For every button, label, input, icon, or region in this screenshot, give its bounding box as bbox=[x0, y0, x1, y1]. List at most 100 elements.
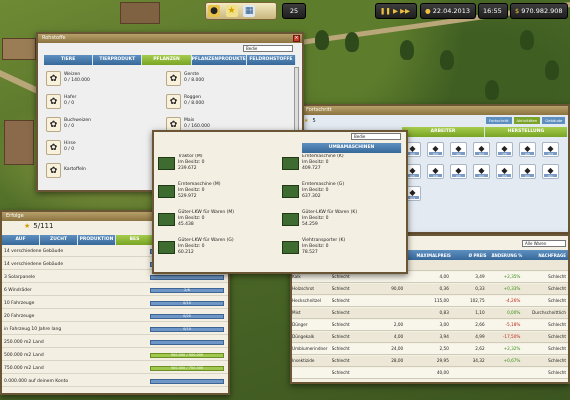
card-count: 0/3 bbox=[479, 152, 484, 156]
col-demand[interactable]: NACHFRAGE bbox=[522, 253, 568, 258]
crop-icon: ✿ bbox=[46, 70, 61, 86]
tab-herstellung[interactable]: HERSTELLUNG bbox=[485, 127, 568, 137]
badge-gebaeude[interactable]: Gebäude bbox=[542, 117, 566, 124]
price-row[interactable]: Heckschnitzel Schlecht 115,00 102,75 -4,26% S… bbox=[292, 296, 568, 307]
market-item[interactable]: ✿ Hirse 0 / 0 bbox=[46, 138, 161, 156]
market-item[interactable]: ✿ Kartoffeln bbox=[46, 161, 161, 179]
price-demand: Schlecht bbox=[548, 346, 567, 352]
tab-pflanzen[interactable]: PFLANZEN bbox=[142, 55, 192, 65]
market-item[interactable]: ✿ Weizen 0 / 140.000 bbox=[46, 69, 161, 87]
price-max: 40,00 bbox=[436, 370, 449, 376]
price-demand: Schlecht bbox=[548, 334, 567, 340]
price-change: -4,26% bbox=[505, 298, 521, 304]
time-value: 16:55 bbox=[483, 7, 502, 15]
sort-dropdown[interactable]: Bedie bbox=[243, 45, 293, 52]
price-row[interactable]: Dünger Schlecht 2,00 3,00 2,66 -5,18% Schlecht bbox=[292, 320, 568, 331]
col-maxprice[interactable]: MAXIMALPREIS bbox=[405, 253, 450, 258]
vehicle-price: 637.302 bbox=[302, 194, 321, 199]
price-product: Kalk bbox=[292, 274, 301, 280]
price-row[interactable]: Düngekalk Schlecht 4,00 3,94 4,99 -17,50% Schl… bbox=[292, 332, 568, 343]
time-display: 16:55 bbox=[478, 3, 508, 19]
price-row[interactable]: Insektizide Schlecht 28,00 29,95 34,32 +0,67%… bbox=[292, 356, 568, 367]
market-item-name: Kartoffeln bbox=[64, 167, 86, 172]
market-item[interactable]: ✿ Gerste 0 / 8.000 bbox=[166, 69, 281, 87]
vehicle-text: Traktor (M) Im Besitz: 0 239.672 bbox=[178, 154, 205, 172]
tab-tierprodukt[interactable]: TIERPRODUKT bbox=[93, 55, 143, 65]
market-item-stock: 0 / 8.000 bbox=[184, 78, 205, 83]
achievement-text: 500.000 m2 Land bbox=[4, 352, 44, 358]
tab-arbeiter[interactable]: ARBEITER bbox=[402, 127, 485, 137]
pause-icon[interactable]: ❚❚ bbox=[380, 7, 391, 15]
vehicle-text: Güter-LKW für Waren (M) Im Besitz: 0 45.43… bbox=[178, 210, 234, 228]
tab-tiere[interactable]: TIERE bbox=[44, 55, 94, 65]
production-card[interactable]: ◆ 0/5 bbox=[496, 164, 513, 179]
production-card[interactable]: ◆ 0/6 bbox=[427, 164, 444, 179]
vehicle-item[interactable]: Güter-LKW für Waren (G) Im Besitz: 0 60.21… bbox=[158, 238, 278, 255]
market-item-stock: 0 / 0 bbox=[64, 124, 75, 129]
vehicle-item[interactable]: Erntemaschine (K) Im Besitz: 0 409.727 bbox=[282, 154, 402, 171]
tree bbox=[345, 32, 359, 52]
production-card[interactable]: ◆ 0/3 bbox=[427, 142, 444, 157]
market-item-text: Hirse 0 / 0 bbox=[64, 141, 76, 153]
price-max: 2,50 bbox=[439, 346, 449, 352]
price-row[interactable]: Schlecht 40,00 Schlecht bbox=[292, 368, 568, 379]
achievement-text: 14 verschiedene Gebäude bbox=[4, 248, 64, 254]
tab-produktion[interactable]: PRODUKTION bbox=[78, 235, 116, 245]
price-row[interactable]: Umblumerindner Schlecht 24,00 2,50 2,62 +2,32… bbox=[292, 344, 568, 355]
production-counter: 5 bbox=[312, 117, 316, 124]
vehicle-item[interactable]: Erntemaschine (M) Im Besitz: 0 529.972 bbox=[158, 182, 278, 199]
filter-dropdown[interactable]: Alle Waren bbox=[522, 240, 566, 247]
achievement-progress-bar: 500.000 / 750.000 bbox=[150, 365, 224, 371]
machines-sort-dropdown[interactable]: Bedie bbox=[351, 133, 401, 140]
vehicle-icon bbox=[158, 212, 175, 226]
vehicle-item[interactable]: Erntemaschine (G) Im Besitz: 0 637.302 bbox=[282, 182, 402, 199]
close-icon[interactable]: × bbox=[293, 35, 300, 42]
market-item[interactable]: ✿ Buchweizen 0 / 0 bbox=[46, 115, 161, 133]
production-card[interactable]: ◆ 0/5 bbox=[519, 142, 536, 157]
vehicle-item[interactable]: Traktor (M) Im Besitz: 0 239.672 bbox=[158, 154, 278, 172]
badge-aktivitaeten[interactable]: Aktivitäten bbox=[513, 117, 541, 124]
production-card[interactable]: ◆ 0/3 bbox=[473, 142, 490, 157]
card-count: 0/5 bbox=[502, 174, 507, 178]
vehicle-text: Viehtransporter (K) Im Besitz: 0 78.527 bbox=[302, 238, 345, 256]
vehicle-item[interactable]: Güter-LKW für Waren (M) Im Besitz: 0 45.43… bbox=[158, 210, 278, 228]
price-avg: 102,75 bbox=[469, 298, 485, 304]
production-card[interactable]: ◆ 0/1 bbox=[542, 164, 559, 179]
production-card[interactable]: ◆ 0/5 bbox=[450, 164, 467, 179]
production-card[interactable]: ◆ 1/5 bbox=[496, 142, 513, 157]
col-avgprice[interactable]: Ø PREIS bbox=[451, 253, 487, 258]
price-row[interactable]: Mist Schlecht 0,83 1,10 0,00% Durchschnittlic… bbox=[292, 308, 568, 319]
col-change[interactable]: ÄNDERUNG % bbox=[487, 253, 522, 258]
fast-forward-icon[interactable]: ▶▶ bbox=[400, 7, 410, 15]
market-item[interactable]: ✿ Hafer 0 / 0 bbox=[46, 92, 161, 110]
production-card[interactable]: ◆ 0/3 bbox=[473, 164, 490, 179]
tab-feldrohstoffe[interactable]: FELDROHSTOFFE bbox=[246, 55, 297, 65]
production-card[interactable]: ◆ 1/1 bbox=[450, 142, 467, 157]
play-icon[interactable]: ▶ bbox=[393, 7, 398, 15]
vehicle-item[interactable]: Güter-LKW für Waren (K) Im Besitz: 0 54.25… bbox=[282, 210, 402, 227]
star-icon[interactable]: ★ bbox=[225, 5, 238, 17]
achievement-progress-bar: 500.000 / 500.000 bbox=[150, 352, 224, 358]
price-product: Düngekalk bbox=[292, 334, 315, 340]
badge-fortschritt[interactable]: Fortschritt bbox=[486, 117, 512, 124]
structure-icon[interactable]: ▦ bbox=[243, 5, 256, 17]
vehicle-item[interactable]: Viehtransporter (K) Im Besitz: 0 78.527 bbox=[282, 238, 402, 256]
tab-umbamaschinen[interactable]: UMBAMASCHINEN bbox=[302, 143, 402, 153]
tab-zucht[interactable]: ZUCHT bbox=[40, 235, 78, 245]
tab-pflanzenprodukte[interactable]: PFLANZENPRODUKTE bbox=[191, 55, 247, 65]
achievement-progress-bar: 0/10 bbox=[150, 300, 224, 306]
production-card[interactable]: ◆ 0/1 bbox=[519, 164, 536, 179]
production-card[interactable]: ◆ 0/4 bbox=[542, 142, 559, 157]
market-item-stock: 0 / 0 bbox=[64, 147, 75, 152]
achievement-text: 20 Fahrzeuge bbox=[4, 313, 35, 319]
tab-bes[interactable]: BES bbox=[116, 235, 154, 245]
coins-icon[interactable]: ● bbox=[208, 5, 220, 17]
price-condition: Schlecht bbox=[331, 346, 350, 352]
vehicle-icon bbox=[158, 240, 175, 254]
price-row[interactable]: Holzschrot Schlecht 90,00 0,36 0,33 +0,33% Sch… bbox=[292, 284, 568, 295]
tab-auf[interactable]: AUF bbox=[2, 235, 40, 245]
vehicle-icon bbox=[282, 240, 299, 254]
crop-icon: ✿ bbox=[46, 116, 61, 132]
market-item[interactable]: ✿ Roggen 0 / 8.000 bbox=[166, 92, 281, 110]
vehicle-price: 45.438 bbox=[178, 222, 194, 227]
